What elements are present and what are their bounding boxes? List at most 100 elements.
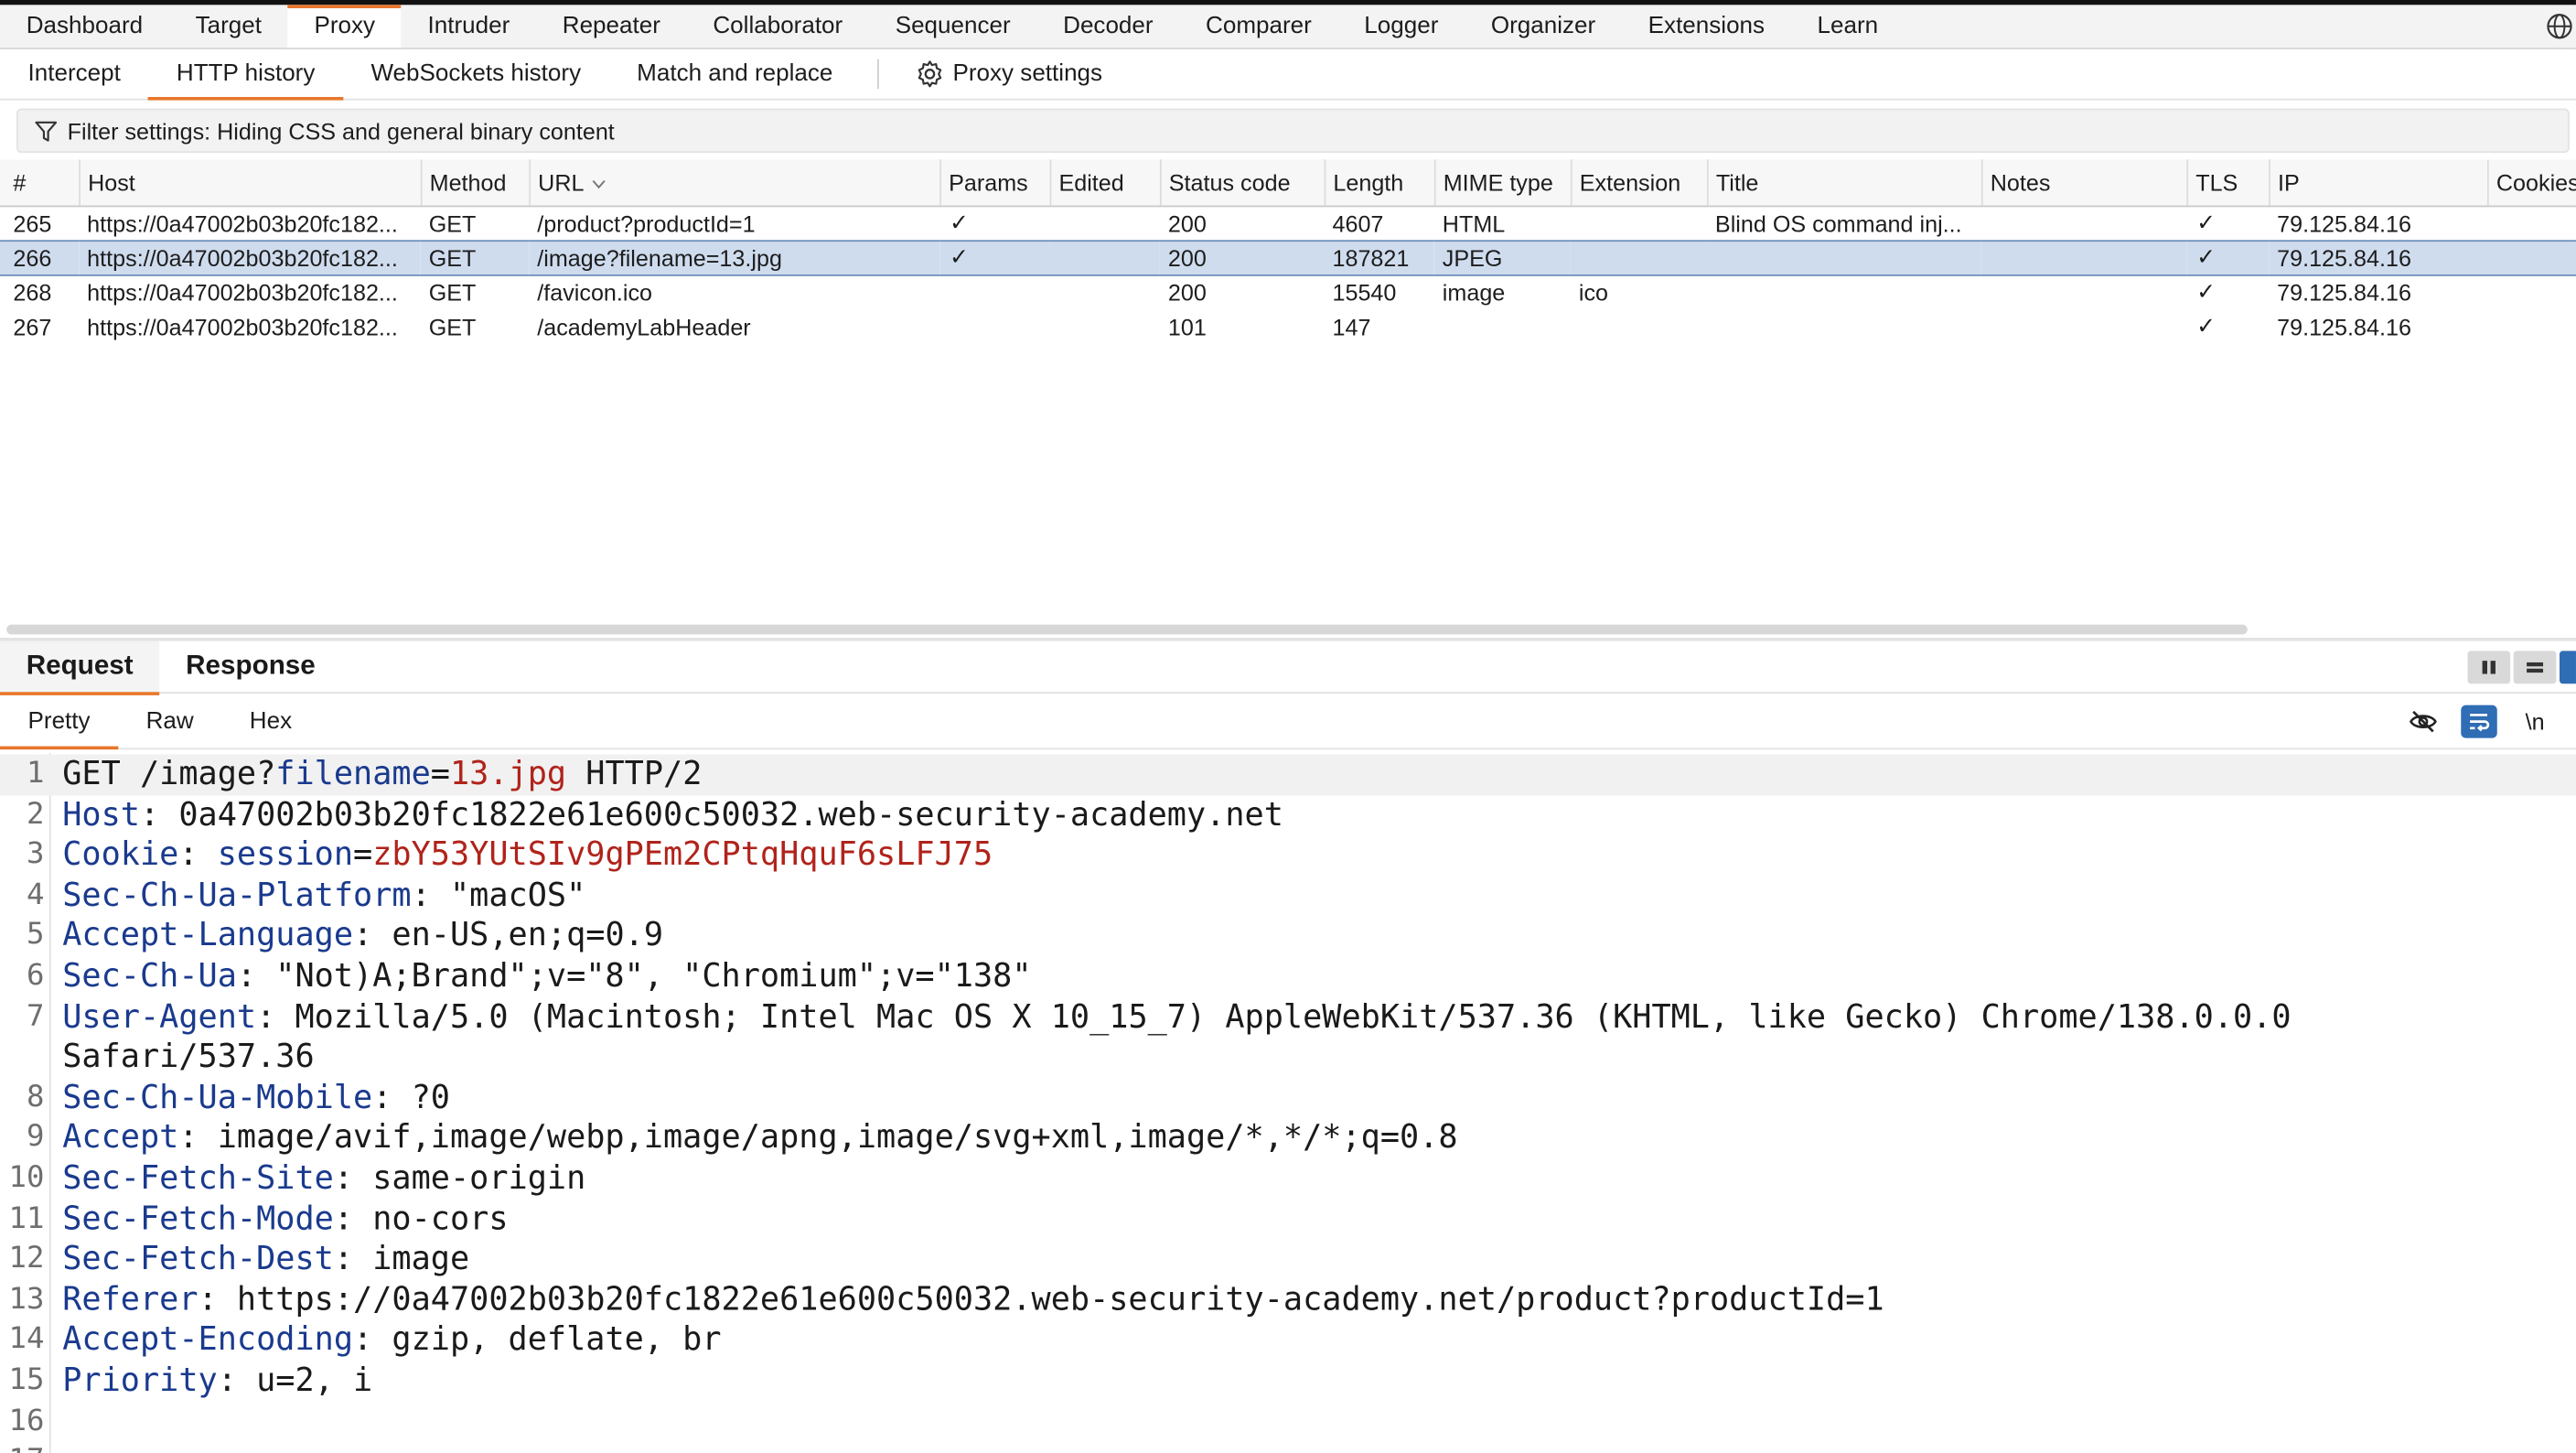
proxy-settings-button[interactable]: Proxy settings [888, 49, 1115, 99]
cell-notes [1981, 309, 2186, 344]
tab-request[interactable]: Request [0, 640, 160, 694]
cell-host: https://0a47002b03b20fc182... [87, 210, 398, 236]
tab-websockets-history[interactable]: WebSockets history [343, 49, 609, 99]
tab-http-history[interactable]: HTTP history [148, 49, 344, 101]
menu-collaborator[interactable]: Collaborator [687, 5, 869, 48]
col-header-title[interactable]: Title [1706, 159, 1981, 207]
menu-decoder[interactable]: Decoder [1036, 5, 1179, 48]
line-number: 8 [27, 1079, 45, 1114]
header-name: Accept-Encoding [62, 1320, 354, 1359]
menu-learn[interactable]: Learn [1791, 5, 1905, 48]
menu-proxy[interactable]: Proxy [287, 5, 402, 48]
header-name: User-Agent [62, 996, 257, 1036]
line-code: Sec-Fetch-Dest: image [62, 1240, 469, 1280]
col-header-tls[interactable]: TLS [2185, 159, 2270, 207]
menu-organizer[interactable]: Organizer [1465, 5, 1622, 48]
col-header-extension[interactable]: Extension [1569, 159, 1707, 207]
cell-ip: 79.125.84.16 [2277, 313, 2411, 339]
col-header-mime-type[interactable]: MIME type [1433, 159, 1571, 207]
editor-line: 14 Accept-Encoding: gzip, deflate, br [0, 1320, 2576, 1361]
code-text: GET /image? [62, 754, 276, 792]
cell-extension [1571, 206, 1707, 241]
menu-dashboard[interactable]: Dashboard [0, 5, 169, 48]
cell-ip: 79.125.84.16 [2277, 278, 2411, 306]
editor-line: 1 GET /image?filename=13.jpg HTTP/2 [0, 754, 2576, 795]
header-name: Sec-Ch-Ua-Platform [62, 876, 412, 914]
code-text: = [430, 754, 450, 792]
table-row[interactable]: 268 https://0a47002b03b20fc182... GET/favi… [0, 274, 2576, 309]
code-text: : "Not)A;Brand";v="8", "Chromium";v="138… [236, 956, 1032, 995]
editor-line: 15 Priority: u=2, i [0, 1361, 2576, 1401]
tab-match-and-replace[interactable]: Match and replace [609, 49, 861, 99]
col-header-ip[interactable]: IP [2268, 159, 2487, 207]
request-editor[interactable]: 1 GET /image?filename=13.jpg HTTP/2 2 Host:… [0, 752, 2576, 1453]
header-name: Accept [62, 1118, 179, 1157]
menu-comparer[interactable]: Comparer [1179, 5, 1337, 48]
code-text: : en-US,en;q=0.9 [353, 916, 664, 954]
line-code: Sec-Ch-Ua-Mobile: ?0 [62, 1078, 450, 1118]
col-header-cookies[interactable]: Cookies [2486, 159, 2576, 207]
cell-tls: ✓ [2196, 209, 2216, 235]
table-horizontal-scrollbar[interactable] [6, 624, 2248, 635]
header-name: Host [62, 794, 140, 834]
burp-suite-window: Dashboard Target Proxy Intruder Repeater… [0, 0, 2576, 1453]
show-newlines-button[interactable]: \n [2517, 705, 2553, 738]
menu-logger[interactable]: Logger [1338, 5, 1465, 48]
gear-icon [918, 60, 942, 88]
line-code: Sec-Fetch-Site: same-origin [62, 1158, 585, 1199]
http-history-table: # Host Method URL Params Edited Status c… [0, 159, 2576, 628]
col-header-status-code[interactable]: Status code [1159, 159, 1325, 207]
line-code: Host: 0a47002b03b20fc1822e61e600c50032.w… [62, 795, 1283, 835]
col-header-notes[interactable]: Notes [1980, 159, 2187, 207]
tab-response[interactable]: Response [159, 640, 341, 693]
table-row[interactable]: 267 https://0a47002b03b20fc182... GET/acad… [0, 309, 2576, 344]
line-number: 3 [27, 836, 45, 872]
hide-nonprinting-button[interactable] [2405, 705, 2442, 738]
cell-cookies [2487, 206, 2576, 241]
menu-repeater[interactable]: Repeater [536, 5, 687, 48]
table-row[interactable]: 265 https://0a47002b03b20fc182... GET/prod… [0, 206, 2576, 241]
menu-extensions[interactable]: Extensions [1622, 5, 1791, 48]
tab-intercept[interactable]: Intercept [0, 49, 148, 99]
line-code: Sec-Fetch-Mode: no-cors [62, 1200, 508, 1240]
line-number: 11 [8, 1200, 45, 1236]
header-name: Sec-Fetch-Mode [62, 1199, 334, 1237]
col-header-url[interactable]: URL [528, 159, 940, 207]
cell-method: GET [428, 210, 477, 236]
layout-tabs-button[interactable] [2560, 651, 2576, 684]
col-header-url-label: URL [538, 168, 585, 196]
globe-icon[interactable] [2547, 13, 2573, 39]
menu-sequencer[interactable]: Sequencer [869, 5, 1036, 48]
line-code: Accept: image/avif,image/webp,image/apng… [62, 1118, 1457, 1158]
menu-target[interactable]: Target [169, 5, 288, 48]
tab-raw[interactable]: Raw [118, 697, 221, 748]
line-code: Cookie: session=zbY53YUtSIv9gPEm2CPtqHqu… [62, 835, 993, 876]
cell-method: GET [428, 313, 477, 339]
editor-line: 9 Accept: image/avif,image/webp,image/apn… [0, 1118, 2576, 1158]
col-header-method[interactable]: Method [419, 159, 530, 207]
layout-stacked-button[interactable] [2513, 651, 2557, 684]
cell-mime: JPEG [1433, 239, 1571, 275]
menu-intruder[interactable]: Intruder [402, 5, 536, 48]
layout-side-by-side-button[interactable] [2467, 651, 2511, 684]
tab-pretty[interactable]: Pretty [0, 697, 118, 750]
col-header-edited[interactable]: Edited [1048, 159, 1160, 207]
col-header-number[interactable]: # [0, 159, 80, 207]
col-header-length[interactable]: Length [1323, 159, 1434, 207]
table-row[interactable]: 266 https://0a47002b03b20fc182... GET/imag… [0, 239, 2576, 275]
editor-line: 17 [0, 1442, 2576, 1453]
header-name: Cookie [62, 834, 179, 874]
cell-mime [1434, 309, 1571, 344]
word-wrap-button[interactable] [2461, 705, 2497, 738]
line-code: Accept-Encoding: gzip, deflate, br [62, 1320, 721, 1361]
param-value: 13.jpg [449, 754, 567, 792]
line-number: 7 [27, 998, 45, 1034]
col-header-params[interactable]: Params [939, 159, 1050, 207]
tab-separator [876, 59, 879, 90]
filter-settings-bar[interactable]: Filter settings: Hiding CSS and general … [16, 108, 2570, 154]
tab-hex[interactable]: Hex [221, 697, 319, 748]
code-text: : same-origin [333, 1158, 586, 1197]
cell-extension: ico [1578, 278, 1609, 306]
col-header-host[interactable]: Host [78, 159, 421, 207]
cell-cookies [2487, 274, 2576, 309]
